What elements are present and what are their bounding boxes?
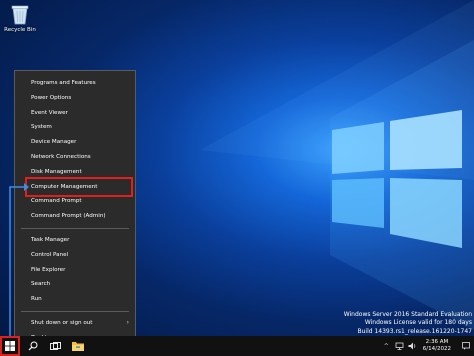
search-button[interactable] — [22, 336, 44, 356]
notifications-icon[interactable] — [461, 342, 470, 351]
menu-item-task-manager[interactable]: Task Manager — [15, 233, 135, 248]
menu-item-control-panel[interactable]: Control Panel — [15, 248, 135, 263]
chevron-right-icon: › — [126, 318, 129, 326]
os-watermark: Windows Server 2016 Standard Evaluation … — [344, 311, 472, 336]
recycle-bin-shortcut[interactable]: Recycle Bin — [3, 3, 37, 33]
system-tray: ^ 2:36 AM 6/14/2022 — [380, 336, 474, 356]
search-icon — [28, 341, 38, 351]
menu-item-network-connections[interactable]: Network Connections — [15, 150, 135, 165]
network-icon[interactable] — [395, 342, 404, 351]
file-explorer-button[interactable] — [67, 336, 89, 356]
clock[interactable]: 2:36 AM 6/14/2022 — [423, 339, 451, 353]
taskbar: ^ 2:36 AM 6/14/2022 — [0, 336, 474, 356]
menu-divider — [21, 227, 129, 229]
file-explorer-icon — [72, 342, 84, 351]
watermark-edition: Windows Server 2016 Standard Evaluation — [343, 311, 472, 318]
menu-item-system[interactable]: System — [15, 120, 135, 135]
volume-icon[interactable] — [408, 342, 417, 351]
menu-item-event-viewer[interactable]: Event Viewer — [15, 106, 135, 121]
task-view-button[interactable] — [44, 336, 66, 356]
menu-item-programs-and-features[interactable]: Programs and Features — [15, 76, 135, 91]
recycle-bin-icon — [10, 3, 30, 25]
clock-date: 6/14/2022 — [422, 346, 451, 352]
menu-item-search[interactable]: Search — [15, 277, 135, 292]
watermark-build: Build 14393.rs1_release.161220-1747 — [357, 327, 473, 335]
menu-item-command-prompt-admin[interactable]: Command Prompt (Admin) — [15, 209, 135, 224]
wallpaper-windows-logo — [332, 110, 462, 248]
menu-item-file-explorer[interactable]: File Explorer — [15, 263, 135, 278]
menu-divider — [21, 310, 129, 312]
watermark-license: Windows License valid for 180 days — [364, 319, 472, 327]
computer-management-highlight — [25, 177, 133, 197]
start-button-highlight — [0, 336, 20, 356]
menu-item-run[interactable]: Run — [15, 292, 135, 307]
task-view-icon — [49, 341, 61, 350]
recycle-bin-label: Recycle Bin — [4, 27, 36, 33]
menu-item-power-options[interactable]: Power Options — [15, 91, 135, 106]
winx-menu: Programs and Features Power Options Even… — [14, 70, 136, 341]
chevron-up-icon[interactable]: ^ — [382, 342, 391, 351]
menu-item-shut-down[interactable]: Shut down or sign out › — [15, 316, 135, 331]
menu-item-shut-down-label: Shut down or sign out — [31, 319, 93, 326]
clock-time: 2:36 AM — [425, 339, 449, 345]
menu-item-device-manager[interactable]: Device Manager — [15, 135, 135, 150]
